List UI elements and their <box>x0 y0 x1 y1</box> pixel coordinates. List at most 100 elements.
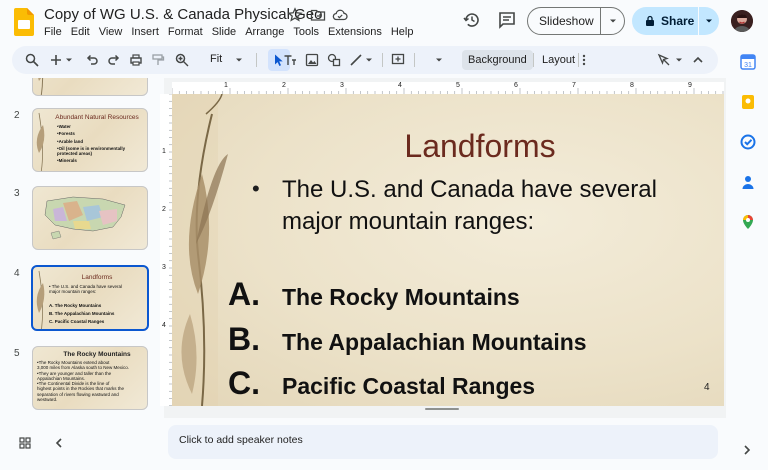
menu-extensions[interactable]: Extensions <box>328 26 387 38</box>
ruler-label: 1 <box>224 82 228 89</box>
zoom-icon[interactable] <box>174 52 190 68</box>
header: Copy of WG U.S. & Canada Physical Geo Fi… <box>0 0 768 44</box>
editing-mode-icon[interactable] <box>656 52 672 68</box>
slide-number-2: 2 <box>14 110 20 121</box>
slideshow-button[interactable]: Slideshow <box>527 7 625 35</box>
leaf-decoration-icon <box>38 78 44 95</box>
collapse-toolbar-icon[interactable] <box>690 52 706 68</box>
avatar-image-icon <box>731 10 753 32</box>
undo-icon[interactable] <box>84 52 100 68</box>
list-letter-c: C. <box>228 365 260 401</box>
ruler-label: 4 <box>398 82 402 89</box>
list-item-appalachian-mountains[interactable]: The Appalachian Mountains <box>282 329 587 356</box>
toolbar: Fit Background Layout <box>12 46 718 74</box>
new-slide-icon[interactable] <box>48 52 64 68</box>
maps-icon[interactable] <box>740 214 756 230</box>
more-options-icon[interactable] <box>576 52 592 68</box>
insert-image-icon[interactable] <box>304 52 320 68</box>
grid-view-icon[interactable] <box>18 436 32 450</box>
more-insert-dropdown-icon[interactable] <box>434 52 444 68</box>
slide-number-5: 5 <box>14 348 20 359</box>
slide-thumbnail-2[interactable]: Abundant Natural Resources •Water •Fores… <box>32 108 148 172</box>
menu-arrange[interactable]: Arrange <box>245 26 289 38</box>
menu-bar: File Edit View Insert Format Slide Arran… <box>44 26 422 38</box>
ruler-label: 3 <box>162 264 166 271</box>
slide-thumbnail-4[interactable]: Landforms • The U.S. and Canada have sev… <box>31 265 149 331</box>
menu-file[interactable]: File <box>44 26 67 38</box>
ruler-ticks <box>169 94 172 406</box>
line-dropdown-icon[interactable] <box>364 52 374 68</box>
notes-resize-handle[interactable] <box>425 408 459 410</box>
keep-icon[interactable] <box>740 94 756 110</box>
slideshow-options-button[interactable] <box>601 16 624 26</box>
tasks-icon[interactable] <box>740 134 756 150</box>
menu-slide[interactable]: Slide <box>212 26 241 38</box>
background-button[interactable]: Background <box>462 50 533 70</box>
star-icon[interactable] <box>287 7 303 23</box>
move-folder-icon[interactable] <box>310 7 326 23</box>
menu-help[interactable]: Help <box>391 26 419 38</box>
zoom-select[interactable]: Fit <box>210 53 222 65</box>
ruler-ticks <box>172 88 724 94</box>
toolbar-divider <box>382 53 383 67</box>
thumb-line: •Water <box>57 124 71 129</box>
horizontal-ruler[interactable]: 1 2 3 4 5 6 7 8 9 <box>172 82 724 94</box>
new-slide-dropdown-icon[interactable] <box>64 52 74 68</box>
calendar-icon[interactable]: 31 <box>740 54 756 70</box>
filmstrip: 2 Abundant Natural Resources •Water •For… <box>0 78 160 420</box>
slide-thumbnail-1[interactable] <box>32 78 148 96</box>
menu-edit[interactable]: Edit <box>71 26 95 38</box>
thumb-title: Abundant Natural Resources <box>55 114 139 121</box>
ruler-label: 9 <box>688 82 692 89</box>
ruler-label: 3 <box>340 82 344 89</box>
zoom-dropdown-icon[interactable] <box>234 52 244 68</box>
slide-bullet-text[interactable]: The U.S. and Canada have several major m… <box>282 174 702 238</box>
thumb-body: •Water •Forests •Arable land •Oil (some … <box>57 124 125 164</box>
shape-icon[interactable] <box>326 52 342 68</box>
ruler-label: 7 <box>572 82 576 89</box>
expand-side-panel-icon[interactable] <box>740 443 754 457</box>
list-item-pacific-coastal-ranges[interactable]: Pacific Coastal Ranges <box>282 373 535 400</box>
menu-tools[interactable]: Tools <box>293 26 324 38</box>
slide-thumbnail-5[interactable]: The Rocky Mountains •The Rocky Mountains… <box>32 346 148 410</box>
print-icon[interactable] <box>128 52 144 68</box>
collapse-filmstrip-icon[interactable] <box>52 436 66 450</box>
thumb-body: • The U.S. and Canada have several major… <box>49 284 122 324</box>
layout-button[interactable]: Layout <box>542 50 575 70</box>
contacts-icon[interactable] <box>740 174 756 190</box>
ruler-label: 1 <box>162 148 166 155</box>
share-options-button[interactable] <box>699 16 719 26</box>
ruler-label: 2 <box>162 206 166 213</box>
ruler-label: 6 <box>514 82 518 89</box>
paint-format-icon[interactable] <box>150 52 166 68</box>
cloud-saved-icon[interactable] <box>332 7 348 23</box>
share-main[interactable]: Share <box>632 14 698 28</box>
vertical-ruler[interactable]: 1 2 3 4 <box>160 94 172 406</box>
menu-insert[interactable]: Insert <box>131 26 164 38</box>
thumb-line: •Arable land <box>57 138 84 144</box>
add-comment-icon[interactable] <box>390 52 406 68</box>
slide-thumbnail-3[interactable] <box>32 186 148 250</box>
share-label: Share <box>661 14 695 28</box>
thumb-list-item: B. The Appalachian Mountains <box>49 310 115 316</box>
document-title[interactable]: Copy of WG U.S. & Canada Physical Geo <box>44 6 322 23</box>
list-letter-a: A. <box>228 276 260 312</box>
menu-format[interactable]: Format <box>168 26 208 38</box>
list-item-rocky-mountains[interactable]: The Rocky Mountains <box>282 284 520 311</box>
slide-title[interactable]: Landforms <box>400 128 560 165</box>
menu-view[interactable]: View <box>99 26 128 38</box>
slides-logo-icon[interactable] <box>14 8 34 36</box>
text-box-icon[interactable] <box>282 52 298 68</box>
slide-canvas[interactable]: Landforms • The U.S. and Canada have sev… <box>172 94 724 406</box>
toolbar-divider <box>414 53 415 67</box>
redo-icon[interactable] <box>106 52 122 68</box>
line-icon[interactable] <box>348 52 364 68</box>
editing-mode-dropdown-icon[interactable] <box>674 52 684 68</box>
speaker-notes[interactable]: Click to add speaker notes <box>168 425 718 459</box>
search-menus-icon[interactable] <box>24 52 40 68</box>
version-history-icon[interactable] <box>462 10 482 30</box>
lock-icon <box>646 15 654 26</box>
avatar[interactable] <box>731 10 753 32</box>
share-button[interactable]: Share <box>632 7 719 35</box>
comments-icon[interactable] <box>497 10 517 30</box>
